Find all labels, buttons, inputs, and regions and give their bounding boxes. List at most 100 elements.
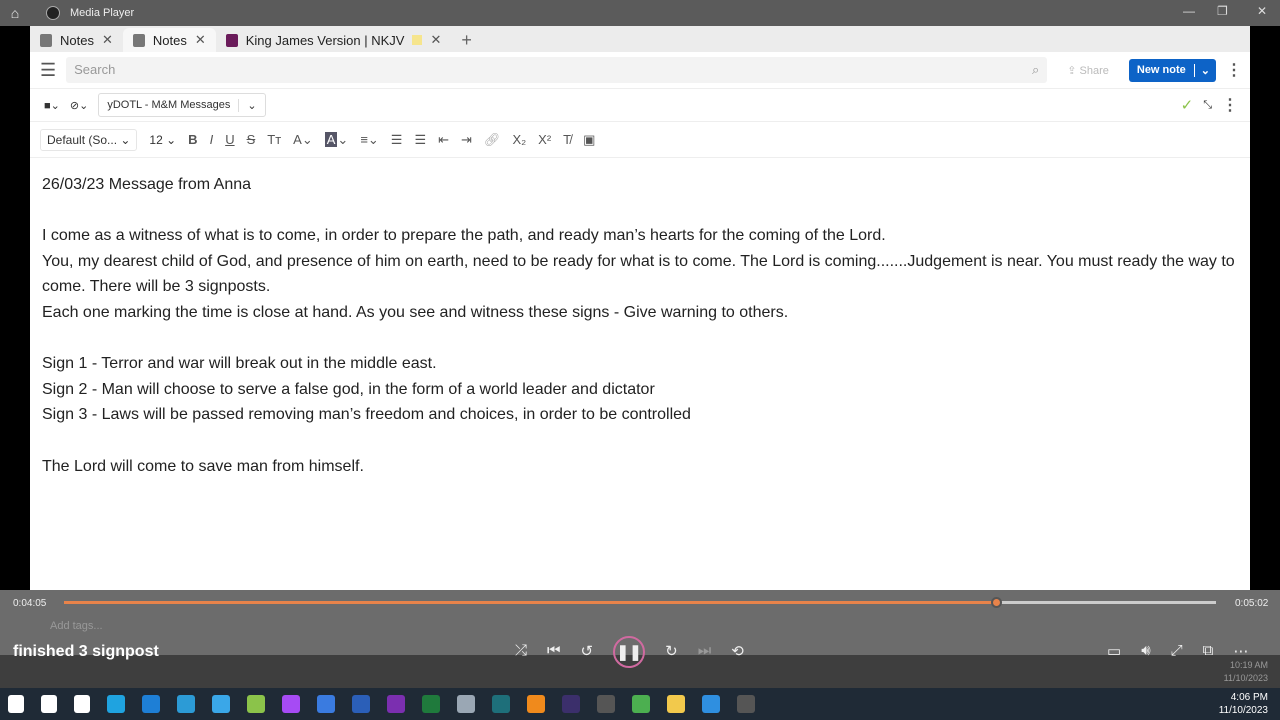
- mini-player-icon[interactable]: ⧉: [1203, 642, 1214, 660]
- numbered-list-icon[interactable]: ☰: [414, 132, 426, 148]
- taskbar-app-icon[interactable]: [737, 695, 755, 713]
- image-icon[interactable]: ▣: [583, 132, 595, 148]
- tab-label: King James Version | NKJV: [245, 32, 405, 48]
- italic-icon[interactable]: I: [210, 132, 214, 147]
- new-tab-button[interactable]: +: [451, 28, 482, 52]
- tab-kjv[interactable]: King James Version | NKJV ✕: [216, 28, 452, 52]
- bullet-list-icon[interactable]: ☰: [391, 132, 403, 148]
- share-button[interactable]: ⇪ Share: [1057, 60, 1119, 81]
- taskbar-app-icon[interactable]: [562, 695, 580, 713]
- badge-icon: [412, 35, 423, 45]
- close-button[interactable]: ✕: [1257, 4, 1267, 18]
- new-note-button[interactable]: New note ⌄: [1128, 58, 1216, 82]
- note-editor[interactable]: 26/03/23 Message from Anna I come as a wi…: [30, 158, 1250, 493]
- forward-30-icon[interactable]: ↻: [665, 642, 678, 668]
- clear-format-icon[interactable]: T̸: [563, 132, 571, 147]
- tab-bar: Notes ✕ Notes ✕ King James Version | NKJV ✕…: [30, 26, 1250, 52]
- taskbar-app-icon[interactable]: [702, 695, 720, 713]
- more-icon[interactable]: ⋮: [1226, 60, 1242, 80]
- shuffle-icon[interactable]: ⤮: [515, 642, 527, 668]
- pause-button[interactable]: ❚❚: [613, 636, 646, 668]
- font-select[interactable]: Default (So... ⌄: [40, 128, 138, 151]
- taskbar-app-icon[interactable]: [597, 695, 615, 713]
- close-tab-icon[interactable]: ✕: [430, 32, 441, 48]
- menu-icon[interactable]: ☰: [40, 60, 56, 81]
- media-player-icon: [46, 6, 60, 20]
- tab-notes-1[interactable]: Notes ✕: [30, 28, 123, 52]
- close-tab-icon[interactable]: ✕: [102, 32, 113, 48]
- volume-icon[interactable]: 🔊︎: [1141, 642, 1150, 660]
- seek-bar[interactable]: [64, 597, 1216, 608]
- clock-date: 11/10/2023: [1218, 705, 1268, 716]
- clock[interactable]: 4:06 PM 11/10/2023: [1219, 691, 1268, 717]
- superscript-icon[interactable]: X²: [538, 132, 551, 147]
- more-icon[interactable]: ⋯: [1233, 642, 1248, 660]
- rewind-10-icon[interactable]: ↺: [581, 642, 594, 668]
- next-icon[interactable]: ⏭: [698, 642, 712, 668]
- home-icon[interactable]: ⌂: [0, 5, 30, 21]
- chevron-down-icon[interactable]: ⌄: [1193, 63, 1216, 77]
- link-icon[interactable]: 🔗︎: [484, 132, 501, 148]
- size-select[interactable]: 12 ⌄: [149, 133, 176, 147]
- taskbar-app-icon[interactable]: [41, 695, 57, 713]
- tab-notes-2[interactable]: Notes ✕: [122, 28, 216, 52]
- taskbar-app-icon[interactable]: [107, 695, 125, 713]
- taskbar-app-icon[interactable]: [457, 695, 475, 713]
- restore-button[interactable]: ❐: [1217, 4, 1228, 18]
- more-icon[interactable]: ⋮: [1222, 95, 1238, 115]
- taskbar-app-icon[interactable]: [527, 695, 545, 713]
- taskbar-app-icon[interactable]: [212, 695, 230, 713]
- note-line: [42, 428, 1238, 454]
- note-line: Each one marking the time is close at ha…: [42, 303, 789, 321]
- taskbar-app-icon[interactable]: [74, 695, 90, 713]
- taskbar-app-icon[interactable]: [352, 695, 370, 713]
- taskbar-app-icon[interactable]: [247, 695, 265, 713]
- title-bar: ⌂ Media Player — ❐ ✕: [0, 0, 1280, 26]
- elapsed-time: 0:04:05: [13, 598, 47, 609]
- taskbar-app-icon[interactable]: [8, 695, 24, 713]
- tab-label: Notes: [152, 32, 187, 48]
- bible-icon: [225, 33, 238, 47]
- subscript-icon[interactable]: X₂: [512, 132, 526, 147]
- minimize-button[interactable]: —: [1183, 4, 1195, 18]
- note-line: [42, 198, 1238, 224]
- taskbar-app-icon[interactable]: [177, 695, 195, 713]
- saved-check-icon: ✓: [1180, 97, 1194, 114]
- taskbar-app-icon[interactable]: [142, 695, 160, 713]
- underline-icon[interactable]: U: [225, 132, 234, 147]
- taskbar-app-icon[interactable]: [492, 695, 510, 713]
- align-icon[interactable]: ≡⌄: [360, 132, 378, 148]
- new-note-label: New note: [1136, 64, 1186, 76]
- taskbar-app-icon[interactable]: [632, 695, 650, 713]
- taskbar-app-icon[interactable]: [387, 695, 405, 713]
- bold-icon[interactable]: B: [188, 132, 197, 147]
- taskbar-app-icon[interactable]: [282, 695, 300, 713]
- notes-icon: [40, 33, 52, 47]
- strikethrough-icon[interactable]: S: [247, 132, 256, 147]
- previous-icon[interactable]: ⏮: [547, 642, 561, 668]
- note-type-icon[interactable]: ■⌄: [44, 99, 60, 112]
- text-size-icon[interactable]: Tт: [267, 132, 281, 147]
- fullscreen-icon[interactable]: ⤢: [1171, 642, 1183, 660]
- indent-icon[interactable]: ⇥: [461, 132, 472, 148]
- search-input[interactable]: Search ⌕: [66, 57, 1048, 83]
- tags-input[interactable]: Add tags...: [50, 620, 103, 632]
- search-icon[interactable]: ⌕: [1032, 62, 1039, 78]
- window-title: Media Player: [70, 7, 135, 19]
- taskbar-app-icon[interactable]: [667, 695, 685, 713]
- outdent-icon[interactable]: ⇤: [438, 132, 449, 148]
- highlight-icon[interactable]: A ⌄: [324, 131, 348, 148]
- note-line: [42, 326, 1238, 352]
- collapse-icon[interactable]: ⤡: [1203, 99, 1212, 112]
- font-color-icon[interactable]: A⌄: [293, 132, 313, 148]
- taskbar-app-icon[interactable]: [422, 695, 440, 713]
- notes-icon: [132, 33, 145, 47]
- close-tab-icon[interactable]: ✕: [195, 32, 206, 48]
- captions-icon[interactable]: ▭: [1107, 642, 1121, 660]
- taskbar-app-icon[interactable]: [317, 695, 335, 713]
- notebook-selector[interactable]: yDOTL - M&M Messages ⌄: [98, 93, 266, 117]
- size-value: 12: [149, 132, 163, 147]
- status-icon[interactable]: ⊘⌄: [70, 99, 88, 112]
- repeat-icon[interactable]: ⟲: [731, 642, 744, 668]
- font-value: Default (So...: [47, 132, 118, 147]
